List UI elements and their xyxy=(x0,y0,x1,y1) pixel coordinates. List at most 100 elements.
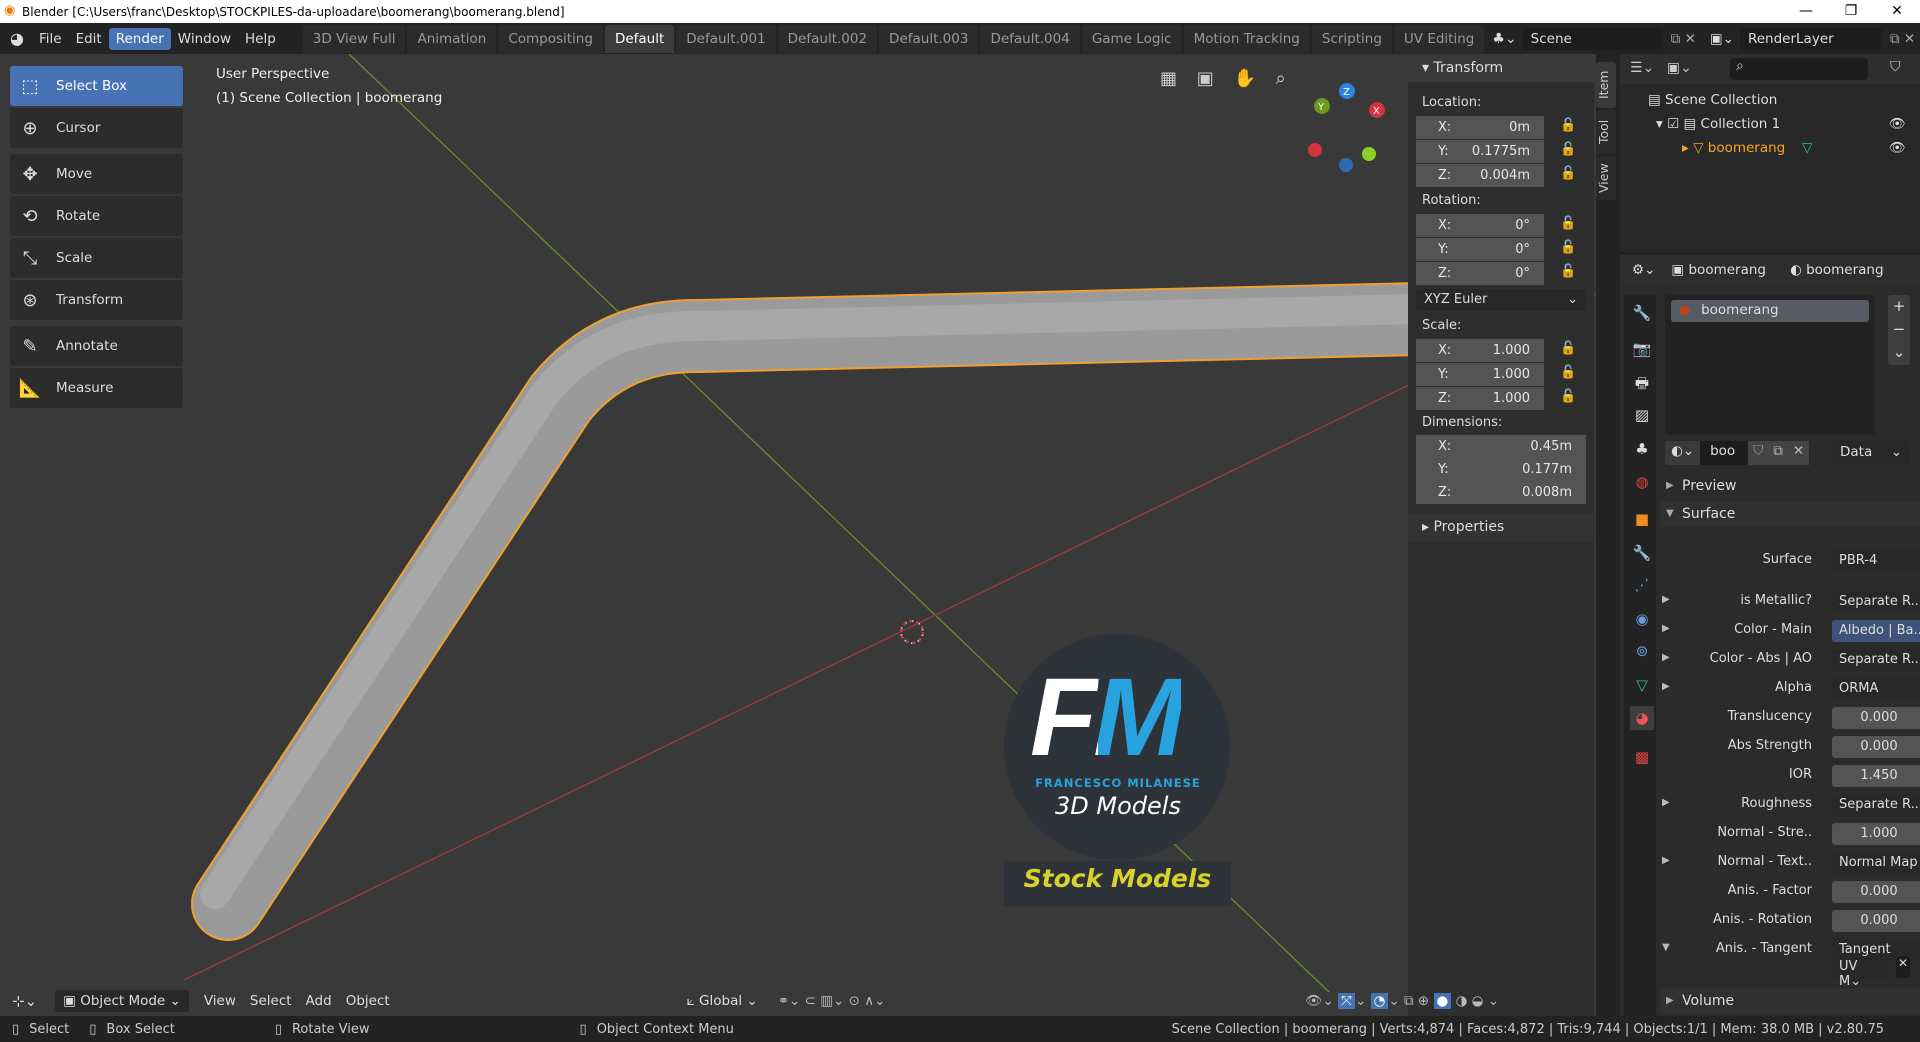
tab-tool[interactable]: Tool xyxy=(1596,110,1616,154)
menu-render[interactable]: Render xyxy=(108,27,171,50)
render-layer-icon[interactable]: ▣⌄ xyxy=(1710,31,1734,47)
search-input[interactable]: ⌕ xyxy=(1730,58,1868,80)
expand-arrow-icon[interactable]: ▶ xyxy=(1662,797,1670,808)
slot-buttons[interactable]: + − ⌄ xyxy=(1888,295,1910,365)
expand-arrow-icon[interactable]: ▶ xyxy=(1662,594,1670,605)
expand-arrow-icon[interactable]: ▶ xyxy=(1662,681,1670,692)
rotation-z-field[interactable]: Z: 0° xyxy=(1416,262,1544,285)
scale-y-field[interactable]: Y: 1.000 xyxy=(1416,363,1544,386)
render-tab-icon[interactable]: 📷 xyxy=(1630,337,1654,361)
filter-view-icon[interactable]: ▣⌄ xyxy=(1667,60,1692,76)
physics-tab-icon[interactable]: ◉ xyxy=(1630,607,1654,631)
workspace-tab[interactable]: Game Logic xyxy=(1081,24,1182,53)
view-nav-buttons[interactable]: ▦ ▣ ✋ ⌕ xyxy=(1160,68,1286,89)
dimensions-z-field[interactable]: Z: 0.008m xyxy=(1416,481,1586,504)
texture-tab-icon[interactable]: ▩ xyxy=(1630,745,1654,769)
workspace-tab[interactable]: Default.001 xyxy=(676,24,776,53)
input-value[interactable]: 0.000 xyxy=(1832,881,1920,903)
expand-arrow-icon[interactable]: ▶ xyxy=(1662,652,1670,663)
overlay-icons[interactable]: 👁⌄ ⤧ ⌄ ◔ ⌄ ⧉ ⊕ ● ◑ ◒ ⌄ xyxy=(1305,993,1499,1009)
workspace-tab[interactable]: 3D View Full xyxy=(302,24,406,53)
tool-transform[interactable]: ⊛ Transform xyxy=(10,280,183,320)
workspace-tab[interactable]: Default.002 xyxy=(777,24,878,53)
input-value[interactable]: Separate R.. xyxy=(1832,794,1920,816)
expand-arrow-icon[interactable]: ▶ xyxy=(1662,623,1670,634)
input-value[interactable]: 0.000 xyxy=(1832,910,1920,932)
input-value[interactable]: Separate R.. xyxy=(1832,649,1920,671)
pivot-snap-icons[interactable]: ⚭⌄ ⊂ ▥⌄ ⊙ ∧⌄ xyxy=(778,993,886,1009)
properties-panel-header[interactable]: ▸ Properties xyxy=(1408,513,1594,541)
world-tab-icon[interactable]: ◍ xyxy=(1630,470,1654,494)
editor-type-icon[interactable]: ⚙⌄ xyxy=(1632,262,1655,278)
menu-help[interactable]: Help xyxy=(238,28,283,50)
tool-rotate[interactable]: ⟲ Rotate xyxy=(10,196,183,236)
dimensions-x-field[interactable]: X: 0.45m xyxy=(1416,435,1586,458)
rotation-x-field[interactable]: X: 0° xyxy=(1416,214,1544,237)
modifier-tab-icon[interactable]: 🔧 xyxy=(1630,541,1654,565)
tool-scale[interactable]: ⤡ Scale xyxy=(10,238,183,278)
tool-measure[interactable]: 📐 Measure xyxy=(10,368,183,408)
maximize-button[interactable]: ❐ xyxy=(1828,0,1874,23)
input-value[interactable]: 1.000 xyxy=(1832,823,1920,845)
material-tab-icon[interactable]: ◕ xyxy=(1630,706,1654,730)
rotation-mode-dropdown[interactable]: XYZ Euler ⌄ xyxy=(1416,289,1586,311)
scale-x-field[interactable]: X: 1.000 xyxy=(1416,339,1544,362)
navigation-gizmo[interactable]: Z Y X xyxy=(1300,74,1390,174)
constraints-tab-icon[interactable]: ⊚ xyxy=(1630,639,1654,663)
tool-select-box[interactable]: ⬚ Select Box xyxy=(10,66,183,106)
mesh-data-tab-icon[interactable]: ▽ xyxy=(1630,673,1654,697)
uv-clear-button[interactable]: ✕ xyxy=(1896,956,1910,978)
scale-z-field[interactable]: Z: 1.000 xyxy=(1416,387,1544,410)
eye-icon[interactable]: 👁 xyxy=(1889,116,1906,132)
lock-icon[interactable]: 🔓 xyxy=(1560,240,1576,255)
lock-icon[interactable]: 🔓 xyxy=(1560,341,1576,356)
outliner-collection-1[interactable]: ▾ ☑ ▤ Collection 1 👁 xyxy=(1656,116,1916,132)
orientation-dropdown[interactable]: ⟀ Global ⌄ xyxy=(687,993,758,1009)
display-mode-icon[interactable]: ☰⌄ xyxy=(1630,60,1654,76)
link-dropdown[interactable]: Data ⌄ xyxy=(1832,441,1910,465)
menu-view[interactable]: View xyxy=(197,990,243,1012)
surface-section[interactable]: ▼ Surface xyxy=(1660,501,1920,527)
3d-viewport[interactable]: FM FRANCESCO MILANESE 3D Models Stock Mo… xyxy=(0,54,1596,1016)
render-layer-field[interactable]: RenderLayer xyxy=(1739,27,1882,50)
editor-type-icon[interactable]: ⊹⌄ xyxy=(12,992,37,1010)
location-z-field[interactable]: Z: 0.004m xyxy=(1416,164,1544,187)
input-value[interactable]: PBR-4 xyxy=(1832,550,1920,572)
lock-icon[interactable]: 🔓 xyxy=(1560,365,1576,380)
scene-copy-icon[interactable]: ⧉ ✕ xyxy=(1671,31,1696,47)
input-value[interactable]: Separate R.. xyxy=(1832,591,1920,613)
minimize-button[interactable]: — xyxy=(1783,0,1829,23)
filter-icon[interactable]: ⛉ xyxy=(1890,59,1901,75)
volume-section[interactable]: ▶ Volume xyxy=(1660,988,1920,1014)
workspace-tab[interactable]: Compositing xyxy=(498,24,603,53)
object-tab-icon[interactable]: ■ xyxy=(1630,507,1654,531)
dimensions-y-field[interactable]: Y: 0.177m xyxy=(1416,458,1586,481)
workspace-tab[interactable]: Motion Tracking xyxy=(1183,24,1310,53)
lock-icon[interactable]: 🔓 xyxy=(1560,142,1576,157)
workspace-tab[interactable]: Default.004 xyxy=(980,24,1080,53)
location-y-field[interactable]: Y: 0.1775m xyxy=(1416,140,1544,163)
tool-cursor[interactable]: ⊕ Cursor xyxy=(10,108,183,148)
workspace-tab-active[interactable]: Default xyxy=(604,24,675,53)
workspace-tab[interactable]: Animation xyxy=(407,24,497,53)
tab-item[interactable]: Item xyxy=(1596,62,1616,108)
preview-section[interactable]: ▶ Preview xyxy=(1660,473,1920,499)
tool-annotate[interactable]: ✎ Annotate xyxy=(10,326,183,366)
menu-object[interactable]: Object xyxy=(339,990,397,1012)
render-layer-copy-icon[interactable]: ⧉ ✕ xyxy=(1890,31,1915,47)
lock-icon[interactable]: 🔓 xyxy=(1560,216,1576,231)
workspace-tab[interactable]: Default.003 xyxy=(879,24,979,53)
uv-map-dropdown[interactable]: UV M⌄ xyxy=(1832,956,1888,989)
menu-file[interactable]: File xyxy=(32,28,69,50)
view-layer-tab-icon[interactable]: ▨ xyxy=(1630,403,1654,427)
lock-icon[interactable]: 🔓 xyxy=(1560,166,1576,181)
menu-select[interactable]: Select xyxy=(243,990,299,1012)
eye-icon[interactable]: 👁 xyxy=(1889,140,1906,156)
tool-settings-tab-icon[interactable]: 🔧 xyxy=(1630,301,1654,325)
input-value[interactable]: 0.000 xyxy=(1832,707,1920,729)
outliner-object-boomerang[interactable]: ▸ ▽ boomerang ▽ 👁 xyxy=(1682,140,1916,156)
lock-icon[interactable]: 🔓 xyxy=(1560,389,1576,404)
expand-arrow-icon[interactable]: ▶ xyxy=(1662,855,1670,866)
menu-edit[interactable]: Edit xyxy=(69,28,109,50)
tab-view[interactable]: View xyxy=(1596,156,1616,200)
